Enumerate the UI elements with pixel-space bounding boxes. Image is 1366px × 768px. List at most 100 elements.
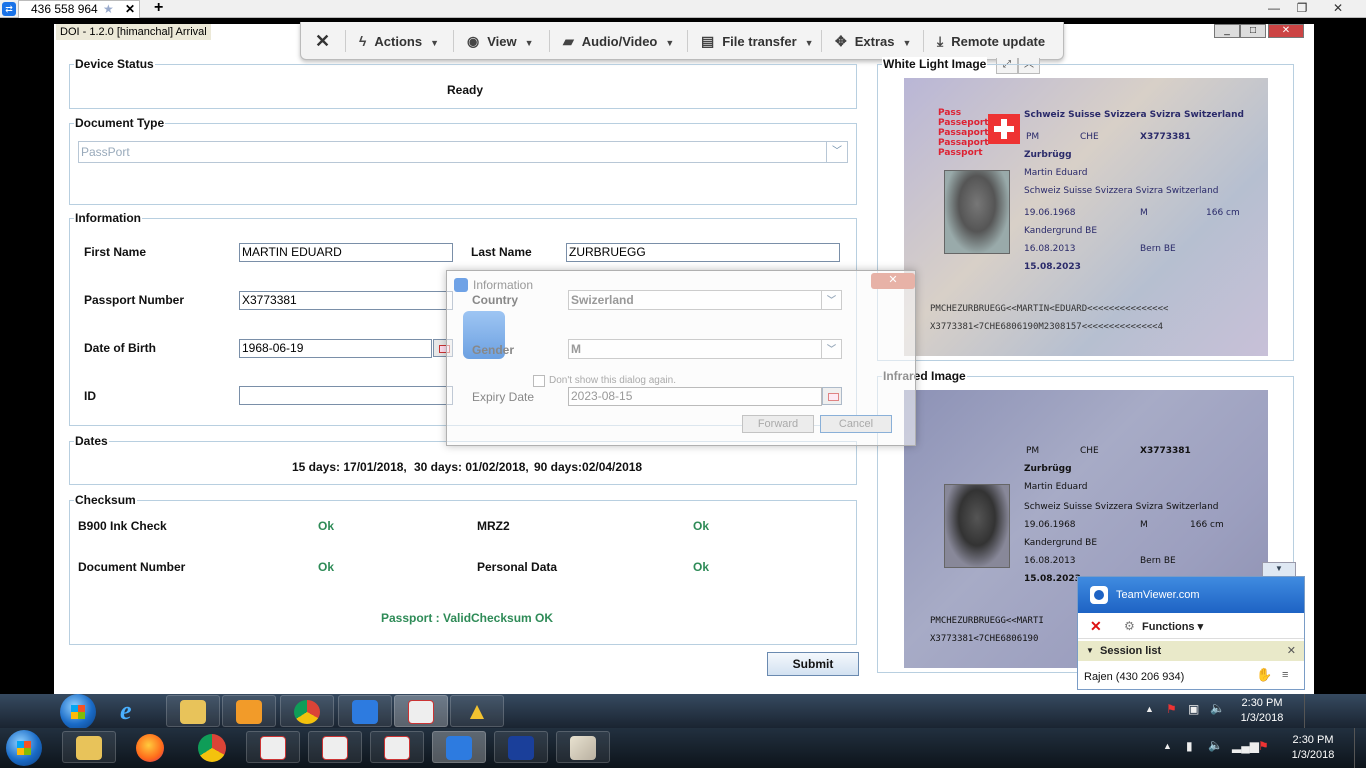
dialog-title: Information bbox=[473, 278, 534, 292]
audio-video-menu[interactable]: ▰ Audio/Video ▼ bbox=[563, 22, 674, 60]
personal-data-status: Ok bbox=[693, 560, 710, 574]
personal-data-label: Personal Data bbox=[477, 560, 558, 574]
ir-passport-expiry: 15.08.2023 bbox=[1024, 574, 1081, 584]
cancel-button[interactable]: Cancel bbox=[820, 415, 892, 433]
id-field[interactable] bbox=[239, 386, 453, 405]
remote-start-button[interactable] bbox=[60, 694, 96, 730]
ir-mrz-line2: X3773381<7CHE6806190 bbox=[930, 634, 1039, 644]
favorite-star-icon[interactable]: ★ bbox=[103, 1, 114, 18]
session-tab[interactable]: 436 558 964 ★ ✕ bbox=[18, 0, 140, 18]
passport-country-code: CHE bbox=[1080, 132, 1099, 142]
taskbar-chrome[interactable] bbox=[280, 695, 334, 727]
taskbar-warning[interactable]: ▲ bbox=[450, 695, 504, 727]
dialog-close-icon[interactable]: ✕ bbox=[871, 273, 915, 289]
taskbar-teamviewer[interactable] bbox=[338, 695, 392, 727]
passport-authority: Bern BE bbox=[1140, 244, 1176, 254]
passport-mrz-line1: PMCHEZURBRUEGG<<MARTIN<EDUARD<<<<<<<<<<<… bbox=[930, 304, 1169, 314]
action-center-flag-icon[interactable]: ⚑ bbox=[1258, 739, 1269, 753]
dob-field[interactable]: 1968-06-19 bbox=[239, 339, 432, 358]
show-desktop[interactable] bbox=[1354, 728, 1364, 768]
document-type-select[interactable]: PassPort ﹀ bbox=[78, 141, 848, 163]
menu-icon[interactable]: ≡ bbox=[1282, 669, 1288, 681]
app-close-icon[interactable]: ✕ bbox=[1268, 24, 1304, 38]
forward-button[interactable]: Forward bbox=[742, 415, 814, 433]
session-entry[interactable]: Rajen (430 206 934) bbox=[1084, 671, 1184, 683]
functions-menu[interactable]: Functions ▾ bbox=[1142, 620, 1203, 633]
taskbar-java-1[interactable] bbox=[246, 731, 300, 763]
gender-select[interactable]: M ﹀ bbox=[568, 339, 842, 359]
ir-passport-surname: Zurbrügg bbox=[1024, 464, 1072, 474]
ir-passport-height: 166 cm bbox=[1190, 520, 1224, 530]
panel-toggle-icon[interactable]: ▼ bbox=[1262, 562, 1296, 576]
submit-button[interactable]: Submit bbox=[767, 652, 859, 676]
network-icon[interactable]: ▣ bbox=[1188, 702, 1199, 716]
chevron-down-icon[interactable]: ﹀ bbox=[821, 291, 841, 309]
calendar-icon[interactable] bbox=[822, 387, 842, 405]
close-window-icon[interactable]: ✕ bbox=[1324, 0, 1352, 18]
file-transfer-menu[interactable]: ▤ File transfer ▼ bbox=[701, 22, 814, 60]
last-name-label: Last Name bbox=[471, 245, 532, 259]
close-session-icon[interactable]: ✕ bbox=[315, 22, 330, 60]
action-center-flag-icon[interactable]: ⚑ bbox=[1166, 702, 1177, 716]
actions-menu[interactable]: ϟ Actions ▼ bbox=[359, 22, 439, 60]
extras-label: Extras bbox=[854, 34, 895, 49]
hand-icon[interactable]: ✋ bbox=[1256, 667, 1272, 683]
passport-height: 166 cm bbox=[1206, 208, 1240, 218]
close-icon[interactable]: ✕ bbox=[1090, 618, 1102, 635]
last-name-field[interactable]: ZURBRUEGG bbox=[566, 243, 840, 262]
chrome-icon[interactable] bbox=[198, 734, 226, 762]
taskbar-passport-app[interactable] bbox=[494, 731, 548, 763]
restore-icon[interactable]: ❐ bbox=[1288, 0, 1316, 18]
close-tab-icon[interactable]: ✕ bbox=[125, 1, 135, 18]
teamviewer-icon[interactable]: ⇄ bbox=[2, 2, 16, 16]
tray-expand-icon[interactable]: ▲ bbox=[1145, 704, 1154, 714]
device-status-value: Ready bbox=[447, 83, 484, 97]
expiry-date-field[interactable]: 2023-08-15 bbox=[568, 387, 822, 406]
start-button[interactable] bbox=[6, 730, 42, 766]
internet-explorer-icon[interactable]: e bbox=[120, 696, 150, 726]
mrz2-status: Ok bbox=[693, 519, 710, 533]
taskbar-teamviewer[interactable] bbox=[432, 731, 486, 763]
firefox-icon[interactable] bbox=[136, 734, 164, 762]
tray-expand-icon[interactable]: ▲ bbox=[1163, 741, 1172, 751]
taskbar-paint[interactable] bbox=[556, 731, 610, 763]
ir-passport-country-code: CHE bbox=[1080, 446, 1099, 456]
taskbar-java-2[interactable] bbox=[308, 731, 362, 763]
session-list-header[interactable]: ▼ Session list ✕ bbox=[1078, 641, 1304, 661]
checksum-ok-status: Checksum OK bbox=[471, 611, 554, 625]
local-clock[interactable]: 2:30 PM 1/3/2018 bbox=[1282, 733, 1344, 763]
taskbar-java-3[interactable] bbox=[370, 731, 424, 763]
volume-icon[interactable]: 🔈 bbox=[1208, 738, 1223, 752]
teamviewer-tab-bar: ⇄ 436 558 964 ★ ✕ + — ❐ ✕ bbox=[0, 0, 1366, 18]
signal-icon[interactable]: ▂▄▆ bbox=[1232, 739, 1259, 753]
chevron-down-icon[interactable]: ﹀ bbox=[821, 340, 841, 358]
dont-show-checkbox[interactable] bbox=[533, 375, 545, 387]
extras-menu[interactable]: ✥ Extras ▼ bbox=[835, 22, 911, 60]
taskbar-media[interactable] bbox=[222, 695, 276, 727]
country-select[interactable]: Swizerland ﹀ bbox=[568, 290, 842, 310]
view-menu[interactable]: ◉ View ▼ bbox=[467, 22, 534, 60]
chrome-icon bbox=[294, 700, 320, 724]
app-maximize-icon[interactable]: □ bbox=[1240, 24, 1266, 38]
remote-show-desktop[interactable] bbox=[1304, 694, 1314, 728]
taskbar-java[interactable] bbox=[394, 695, 448, 727]
passport-number-print: X3773381 bbox=[1140, 132, 1191, 142]
remote-update-button[interactable]: ⤓ Remote update bbox=[937, 22, 1045, 60]
taskbar-explorer[interactable] bbox=[166, 695, 220, 727]
taskbar-explorer[interactable] bbox=[62, 731, 116, 763]
passport-type-labels: Pass Passeport Passaporto Passaport Pass… bbox=[938, 108, 995, 158]
remote-clock[interactable]: 2:30 PM 1/3/2018 bbox=[1232, 696, 1292, 726]
passport-number-field[interactable]: X3773381 bbox=[239, 291, 453, 310]
chevron-down-icon: ▾ bbox=[1197, 621, 1204, 633]
group-title: Information bbox=[74, 211, 142, 225]
close-icon[interactable]: ✕ bbox=[1287, 641, 1296, 661]
battery-icon[interactable]: ▮ bbox=[1186, 739, 1193, 753]
chevron-down-icon[interactable]: ﹀ bbox=[826, 142, 847, 162]
ir-passport-nationality: Schweiz Suisse Svizzera Svizra Switzerla… bbox=[1024, 502, 1219, 512]
minimize-icon[interactable]: — bbox=[1260, 0, 1288, 18]
volume-icon[interactable]: 🔈 bbox=[1210, 701, 1225, 715]
app-minimize-icon[interactable]: _ bbox=[1214, 24, 1240, 38]
new-tab-icon[interactable]: + bbox=[154, 0, 163, 17]
first-name-field[interactable]: MARTIN EDUARD bbox=[239, 243, 453, 262]
passport-number-label: Passport Number bbox=[84, 293, 185, 307]
